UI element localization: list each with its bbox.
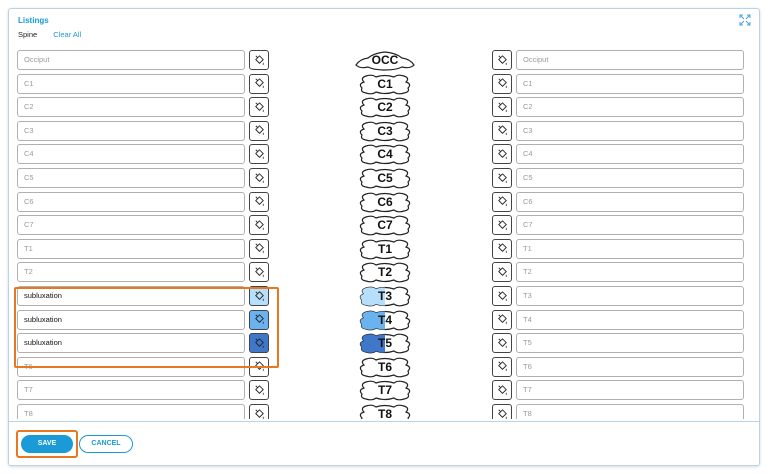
right-listing-field-c4[interactable]: C4 <box>516 144 744 165</box>
right-fill-bucket-icon-t5[interactable] <box>492 333 512 354</box>
section-label: Spine <box>18 30 38 39</box>
vertebra-c4[interactable]: C4 <box>354 143 416 165</box>
vertebra-label-c7: C7 <box>377 218 393 233</box>
right-listing-field-c1[interactable]: C1 <box>516 73 744 94</box>
vertebra-label-t2: T2 <box>377 265 392 280</box>
vertebra-t8[interactable]: T8 <box>354 403 416 419</box>
right-fill-bucket-icon-c5[interactable] <box>492 168 512 188</box>
vertebra-label-t1: T1 <box>377 241 392 256</box>
vertebra-label-c4: C4 <box>377 147 393 162</box>
left-listing-field-t7[interactable]: T7 <box>17 380 245 401</box>
right-listing-field-t8[interactable]: T8 <box>516 404 744 419</box>
left-fill-bucket-icon-c6[interactable] <box>249 191 269 212</box>
right-listing-field-t1[interactable]: T1 <box>516 238 744 259</box>
vertebra-occ[interactable]: OCC <box>354 49 416 71</box>
save-button[interactable]: SAVE <box>21 435 73 453</box>
left-fill-bucket-icon-c5[interactable] <box>249 168 269 188</box>
vertebra-c6[interactable]: C6 <box>354 191 416 213</box>
right-fill-bucket-icon-occ[interactable] <box>492 50 512 70</box>
listings-panel: Listings Spine Clear All Occiput OCC Occip… <box>8 8 760 466</box>
footer: SAVE CANCEL <box>9 421 759 465</box>
vertebra-label-t3: T3 <box>377 289 392 303</box>
left-fill-bucket-icon-t8[interactable] <box>249 404 269 419</box>
right-fill-bucket-icon-c4[interactable] <box>492 144 512 165</box>
right-fill-bucket-icon-t4[interactable] <box>492 309 512 330</box>
left-fill-bucket-icon-c2[interactable] <box>249 97 269 118</box>
left-fill-bucket-icon-t7[interactable] <box>249 380 269 401</box>
right-listing-field-c2[interactable]: C2 <box>516 97 744 118</box>
right-fill-bucket-icon-t3[interactable] <box>492 286 512 306</box>
right-fill-bucket-icon-c7[interactable] <box>492 215 512 236</box>
left-listing-field-occ[interactable]: Occiput <box>17 50 245 70</box>
right-fill-bucket-icon-c6[interactable] <box>492 191 512 212</box>
left-listing-field-c1[interactable]: C1 <box>17 73 245 94</box>
right-listing-field-t3[interactable]: T3 <box>516 286 744 306</box>
right-fill-bucket-icon-t6[interactable] <box>492 356 512 377</box>
section-row: Spine Clear All <box>18 30 81 39</box>
right-listing-field-t2[interactable]: T2 <box>516 262 744 283</box>
vertebra-t2[interactable]: T2 <box>354 261 416 283</box>
left-fill-bucket-icon-occ[interactable] <box>249 50 269 70</box>
left-listing-field-c7[interactable]: C7 <box>17 215 245 236</box>
right-listing-field-occ[interactable]: Occiput <box>516 50 744 70</box>
right-listing-field-t4[interactable]: T4 <box>516 309 744 330</box>
left-listing-field-t1[interactable]: T1 <box>17 238 245 259</box>
right-fill-bucket-icon-t1[interactable] <box>492 238 512 259</box>
left-listing-field-c3[interactable]: C3 <box>17 120 245 141</box>
left-fill-bucket-icon-c1[interactable] <box>249 73 269 94</box>
vertebra-c1[interactable]: C1 <box>354 73 416 95</box>
vertebra-label-c3: C3 <box>377 123 393 138</box>
right-listing-field-c3[interactable]: C3 <box>516 120 744 141</box>
vertebra-label-t7: T7 <box>377 383 392 398</box>
vertebra-t6[interactable]: T6 <box>354 356 416 378</box>
panel-title: Listings <box>18 16 49 25</box>
vertebra-t7[interactable]: T7 <box>354 379 416 401</box>
left-listing-field-c2[interactable]: C2 <box>17 97 245 118</box>
left-listing-field-c6[interactable]: C6 <box>17 191 245 212</box>
right-listing-field-t6[interactable]: T6 <box>516 356 744 377</box>
left-listing-field-c5[interactable]: C5 <box>17 168 245 188</box>
left-fill-bucket-icon-c3[interactable] <box>249 120 269 141</box>
vertebra-label-t8: T8 <box>377 407 392 419</box>
vertebra-t1[interactable]: T1 <box>354 238 416 260</box>
vertebra-label-c6: C6 <box>377 194 393 209</box>
expand-icon[interactable] <box>739 14 751 26</box>
vertebra-label-c5: C5 <box>377 171 393 185</box>
right-fill-bucket-icon-c1[interactable] <box>492 73 512 94</box>
left-listing-field-t8[interactable]: T8 <box>17 404 245 419</box>
vertebra-label-c1: C1 <box>377 76 393 91</box>
clear-all-link[interactable]: Clear All <box>53 30 81 39</box>
vertebra-label-t6: T6 <box>377 359 392 374</box>
vertebra-label-c2: C2 <box>377 100 393 115</box>
right-fill-bucket-icon-c2[interactable] <box>492 97 512 118</box>
right-listing-field-c6[interactable]: C6 <box>516 191 744 212</box>
vertebra-t5[interactable]: T5 <box>354 332 416 354</box>
vertebra-c2[interactable]: C2 <box>354 96 416 118</box>
right-listing-field-t5[interactable]: T5 <box>516 333 744 354</box>
vertebra-c3[interactable]: C3 <box>354 120 416 142</box>
vertebra-label-occ: OCC <box>371 53 399 67</box>
right-listing-field-c5[interactable]: C5 <box>516 168 744 188</box>
cancel-button[interactable]: CANCEL <box>79 435 133 453</box>
vertebra-t3[interactable]: T3 <box>354 285 416 307</box>
vertebra-c5[interactable]: C5 <box>354 167 416 189</box>
left-listing-field-c4[interactable]: C4 <box>17 144 245 165</box>
left-listing-field-t2[interactable]: T2 <box>17 262 245 283</box>
right-fill-bucket-icon-t2[interactable] <box>492 262 512 283</box>
vertebra-c7[interactable]: C7 <box>354 214 416 236</box>
left-fill-bucket-icon-t1[interactable] <box>249 238 269 259</box>
right-fill-bucket-icon-c3[interactable] <box>492 120 512 141</box>
vertebra-label-t4: T4 <box>377 312 392 327</box>
right-listing-field-t7[interactable]: T7 <box>516 380 744 401</box>
left-fill-bucket-icon-t2[interactable] <box>249 262 269 283</box>
left-fill-bucket-icon-c7[interactable] <box>249 215 269 236</box>
vertebra-t4[interactable]: T4 <box>354 309 416 331</box>
left-fill-bucket-icon-c4[interactable] <box>249 144 269 165</box>
vertebra-label-t5: T5 <box>377 336 392 351</box>
selection-highlight <box>14 287 279 368</box>
right-listing-field-c7[interactable]: C7 <box>516 215 744 236</box>
right-fill-bucket-icon-t8[interactable] <box>492 404 512 419</box>
right-fill-bucket-icon-t7[interactable] <box>492 380 512 401</box>
